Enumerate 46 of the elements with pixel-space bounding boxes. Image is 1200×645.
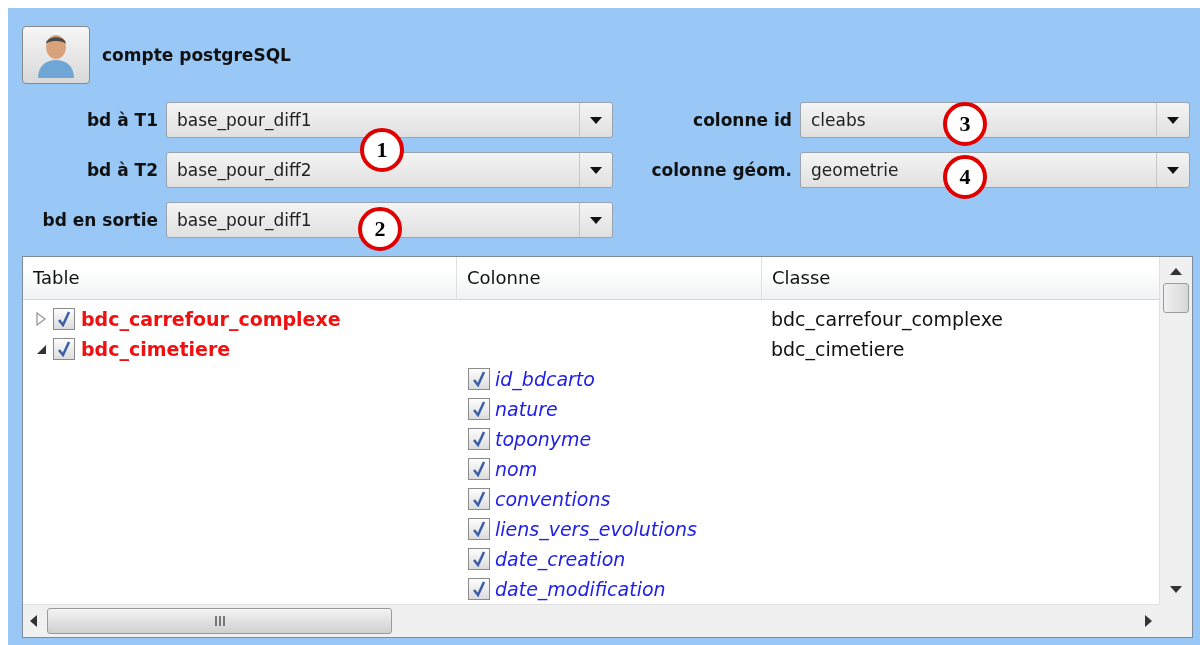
column-name: conventions <box>495 488 611 510</box>
scroll-up-icon[interactable] <box>1170 267 1182 275</box>
scroll-down-icon[interactable] <box>1170 586 1182 594</box>
table-name: bdc_cimetiere <box>81 338 231 360</box>
checkbox[interactable] <box>468 398 490 420</box>
column-name: liens_vers_evolutions <box>495 518 697 540</box>
expand-icon[interactable] <box>35 312 47 326</box>
checkbox[interactable] <box>468 458 490 480</box>
scroll-right-icon[interactable] <box>1145 615 1153 627</box>
class-name: bdc_carrefour_complexe <box>770 308 1004 330</box>
checkbox[interactable] <box>468 548 490 570</box>
column-header[interactable]: Colonne <box>456 257 761 299</box>
account-label: compte postgreSQL <box>102 45 291 65</box>
caret-icon <box>590 116 602 124</box>
field-label: bd en sortie <box>41 210 158 230</box>
user-icon <box>36 32 76 78</box>
checkbox[interactable] <box>53 338 75 360</box>
field-label: colonne id <box>692 110 792 130</box>
checkbox[interactable] <box>53 308 75 330</box>
column-name: toponyme <box>495 428 592 450</box>
column-name: id_bdcarto <box>495 368 595 390</box>
caret-icon <box>1167 166 1179 174</box>
checkbox[interactable] <box>468 368 490 390</box>
caret-icon <box>1167 116 1179 124</box>
column-name: nom <box>495 458 538 480</box>
scroll-left-icon[interactable] <box>29 615 37 627</box>
field-label: bd à T1 <box>85 110 158 130</box>
checkbox[interactable] <box>468 488 490 510</box>
scrollbar-thumb[interactable] <box>1163 283 1189 313</box>
checkbox[interactable] <box>468 428 490 450</box>
field-label: colonne géom. <box>650 160 792 180</box>
column-name: date_creation <box>495 548 626 570</box>
table-name: bdc_carrefour_complexe <box>81 308 341 330</box>
column-header[interactable]: Table <box>23 257 456 299</box>
column-name: nature <box>495 398 558 420</box>
class-name: bdc_cimetiere <box>770 338 906 360</box>
scrollbar-thumb[interactable] <box>47 608 392 634</box>
caret-icon <box>590 216 602 224</box>
dropdown[interactable]: base_pour_diff1 <box>166 102 613 138</box>
account-button[interactable] <box>22 26 90 84</box>
checkbox[interactable] <box>468 578 490 600</box>
column-name: date_modification <box>495 578 666 600</box>
caret-icon <box>590 166 602 174</box>
grip-icon <box>214 616 225 626</box>
checkbox[interactable] <box>468 518 490 540</box>
field-label: bd à T2 <box>85 160 158 180</box>
